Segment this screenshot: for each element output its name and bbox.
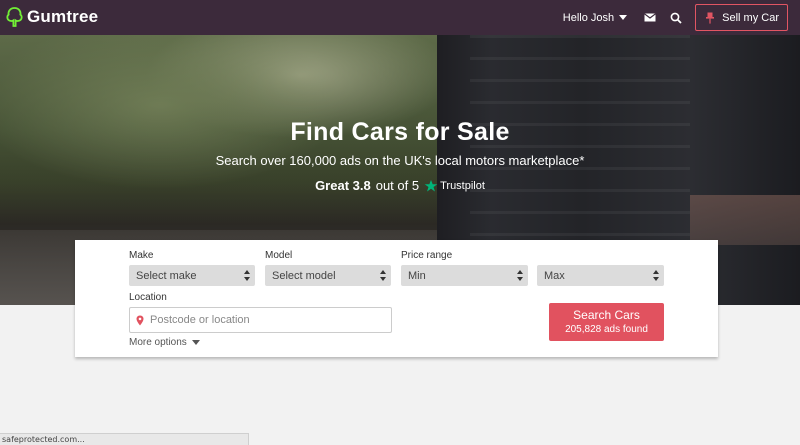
make-label: Make [129, 250, 154, 261]
sell-my-car-button[interactable]: Sell my Car [695, 4, 788, 31]
greeting-text: Hello Josh [562, 11, 615, 24]
account-menu[interactable]: Hello Josh [562, 11, 628, 24]
browser-status-bar: safeprotected.com... [0, 433, 249, 445]
rating-score: Great 3.8 [315, 178, 371, 193]
location-placeholder: Postcode or location [150, 314, 250, 326]
price-range-label: Price range [401, 250, 453, 261]
rating-suffix: out of 5 [375, 178, 420, 193]
price-max-select[interactable]: Max [537, 265, 664, 286]
trustpilot-rating[interactable]: Great 3.8 out of 5 Trustpilot [0, 178, 800, 193]
more-options-label: More options [129, 337, 187, 348]
sell-my-car-label: Sell my Car [722, 11, 779, 24]
gumtree-logo[interactable]: Gumtree [6, 7, 98, 27]
make-select[interactable]: Select make [129, 265, 255, 286]
location-pin-icon [136, 315, 144, 325]
more-options-toggle[interactable]: More options [129, 337, 200, 348]
search-cars-label: Search Cars [573, 308, 640, 322]
brand-name: Gumtree [27, 7, 99, 26]
price-min-select[interactable]: Min [401, 265, 528, 286]
select-arrows-icon [244, 270, 250, 281]
location-input[interactable]: Postcode or location [129, 307, 392, 333]
location-label: Location [129, 292, 167, 303]
select-arrows-icon [517, 270, 523, 281]
price-min-value: Min [408, 269, 426, 282]
mail-icon[interactable] [643, 11, 657, 25]
select-arrows-icon [380, 270, 386, 281]
car-search-form: Make Select make Model Select model Pric… [75, 240, 718, 357]
search-icon[interactable] [669, 11, 683, 25]
ads-found-count: 205,828 ads found [565, 324, 648, 335]
star-icon [424, 179, 438, 192]
price-max-value: Max [544, 269, 565, 282]
trustpilot-label: Trustpilot [440, 179, 485, 192]
select-arrows-icon [653, 270, 659, 281]
model-label: Model [265, 250, 293, 261]
caret-down-icon [191, 340, 200, 345]
hero-subtitle: Search over 160,000 ads on the UK's loca… [215, 153, 585, 168]
model-select[interactable]: Select model [265, 265, 391, 286]
make-select-value: Select make [136, 269, 197, 282]
model-select-value: Select model [272, 269, 336, 282]
pin-icon [706, 12, 715, 24]
top-nav-bar: Gumtree Hello Josh Sell my Car [0, 0, 800, 35]
tree-logo-icon [6, 7, 23, 27]
caret-down-icon [619, 15, 628, 20]
page-title: Find Cars for Sale [290, 118, 510, 146]
trustpilot-logo: Trustpilot [424, 179, 485, 193]
search-cars-button[interactable]: Search Cars 205,828 ads found [549, 303, 664, 341]
